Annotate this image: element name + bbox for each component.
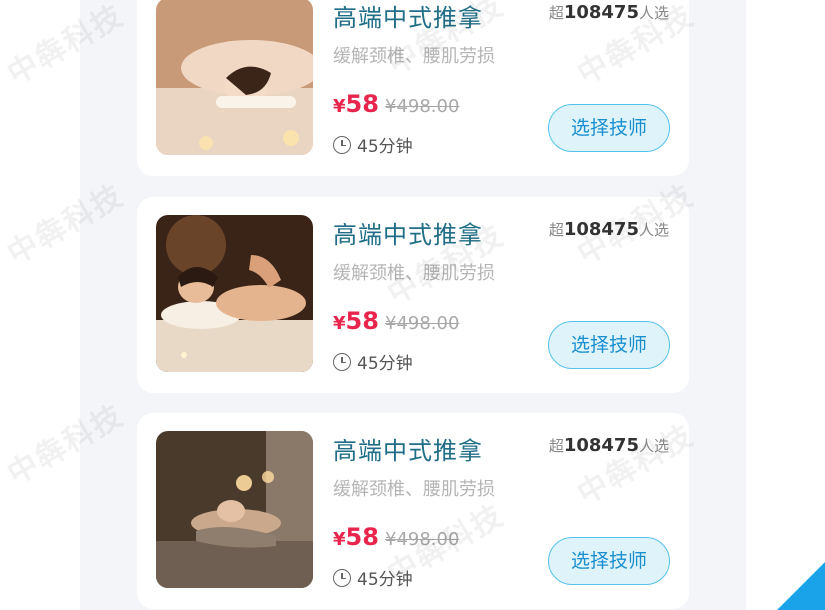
- sold-count: 超108475人选: [548, 2, 669, 23]
- duration: 45分钟: [333, 132, 413, 157]
- duration: 45分钟: [333, 565, 413, 590]
- select-technician-button[interactable]: 选择技师: [548, 104, 670, 152]
- product-card[interactable]: 高端中式推拿 超108475人选 缓解颈椎、腰肌劳损 ¥58 ¥498.00 4…: [137, 0, 689, 176]
- massage-photo: [156, 215, 313, 372]
- price: ¥58: [333, 523, 379, 551]
- product-desc: 缓解颈椎、腰肌劳损: [333, 479, 495, 500]
- left-margin: [0, 0, 80, 610]
- product-title: 高端中式推拿: [333, 4, 483, 32]
- clock-icon: [333, 352, 351, 371]
- clock-icon: [333, 568, 351, 587]
- price: ¥58: [333, 90, 379, 118]
- product-title: 高端中式推拿: [333, 437, 483, 465]
- product-card[interactable]: 高端中式推拿 超108475人选 缓解颈椎、腰肌劳损 ¥58 ¥498.00 4…: [137, 413, 689, 609]
- original-price: ¥498.00: [385, 96, 460, 117]
- price: ¥58: [333, 307, 379, 335]
- select-technician-button[interactable]: 选择技师: [548, 537, 670, 585]
- clock-icon: [333, 135, 351, 154]
- sold-count: 超108475人选: [548, 219, 669, 240]
- select-technician-button[interactable]: 选择技师: [548, 321, 670, 369]
- product-list: 高端中式推拿 超108475人选 缓解颈椎、腰肌劳损 ¥58 ¥498.00 4…: [80, 0, 746, 610]
- sold-count: 超108475人选: [548, 435, 669, 456]
- product-desc: 缓解颈椎、腰肌劳损: [333, 46, 495, 67]
- massage-photo: [156, 431, 313, 588]
- product-card[interactable]: 高端中式推拿 超108475人选 缓解颈椎、腰肌劳损 ¥58 ¥498.00 4…: [137, 197, 689, 393]
- duration: 45分钟: [333, 349, 413, 374]
- product-desc: 缓解颈椎、腰肌劳损: [333, 263, 495, 284]
- right-margin: [746, 0, 825, 610]
- corner-accent: [777, 562, 825, 610]
- original-price: ¥498.00: [385, 529, 460, 550]
- product-title: 高端中式推拿: [333, 221, 483, 249]
- original-price: ¥498.00: [385, 313, 460, 334]
- massage-photo: [156, 0, 313, 155]
